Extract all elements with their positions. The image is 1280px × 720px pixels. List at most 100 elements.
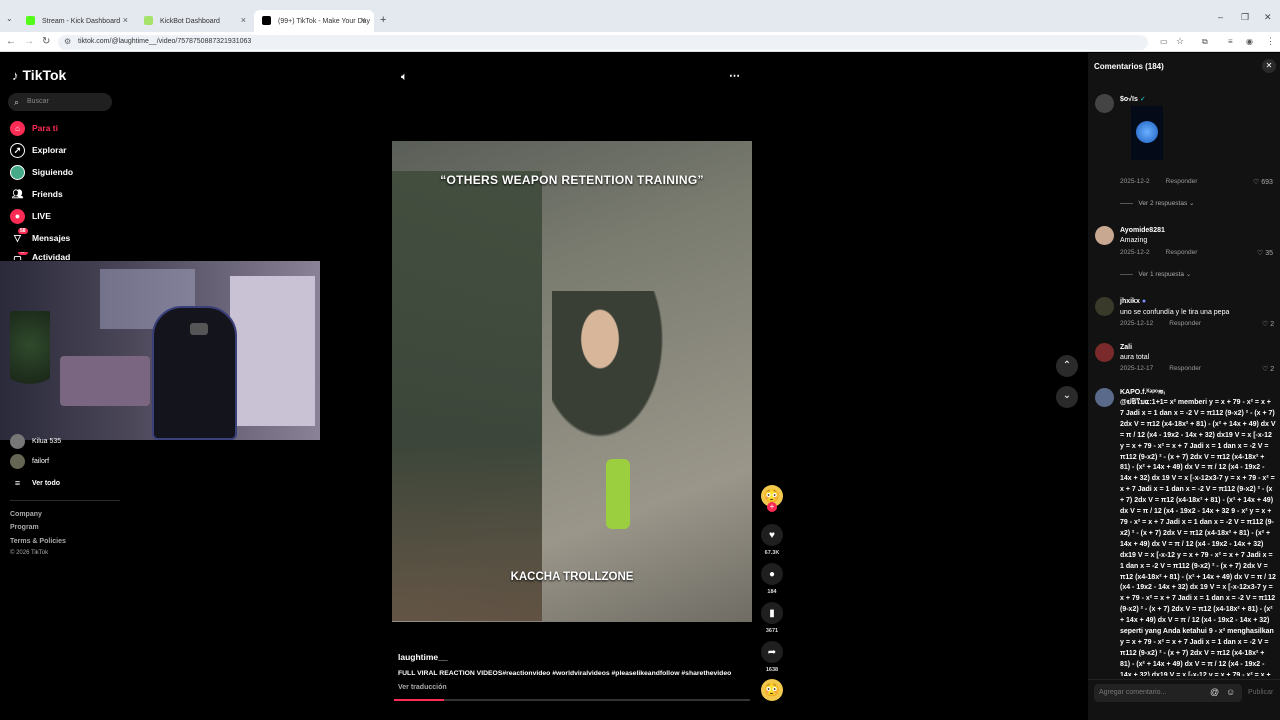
comment-meta: 2025-12-2 Responder	[1120, 249, 1197, 256]
tiktok-logo[interactable]: ♪ TikTok	[12, 67, 66, 83]
close-comments-button[interactable]: ✕	[1262, 59, 1276, 73]
footer-program[interactable]: Program	[10, 524, 39, 531]
footer-company[interactable]: Company	[10, 511, 42, 518]
save-button[interactable]: ▮ 3671	[760, 602, 784, 634]
comment-like[interactable]: ♡ 35	[1257, 249, 1273, 257]
tab-tiktok[interactable]: (99+) TikTok - Make Your Day ×	[254, 10, 374, 32]
nav-label: Siguiendo	[32, 167, 74, 177]
search-input[interactable]: ⌕ Buscar	[8, 93, 112, 111]
tiktok-icon	[262, 16, 271, 25]
comment-meta: 2025-12-17 Responder	[1120, 365, 1201, 372]
next-video-button[interactable]: ⌄	[1056, 386, 1078, 408]
comments-title: Comentarios (184)	[1094, 62, 1164, 71]
reply-link[interactable]: Responder	[1169, 320, 1201, 327]
minimize-icon[interactable]: –	[1218, 12, 1223, 22]
comment-input[interactable]: Agregar comentario... @ ☺	[1094, 684, 1242, 702]
comment-avatar[interactable]	[1095, 226, 1114, 245]
comment-avatar[interactable]	[1095, 388, 1114, 407]
child-figure	[552, 291, 672, 451]
home-icon: ⌂	[10, 120, 25, 136]
emoji-icon[interactable]: ☺	[1226, 687, 1235, 697]
reply-link[interactable]: Responder	[1166, 249, 1198, 256]
nav-label: Actividad	[32, 252, 71, 260]
window-close-icon[interactable]: ✕	[1264, 12, 1272, 23]
globe-sticker-icon	[1136, 121, 1158, 143]
comment-text: Amazing	[1120, 237, 1148, 244]
post-button[interactable]: Publicar	[1248, 689, 1273, 696]
site-info-icon[interactable]: ⚙	[64, 37, 71, 46]
close-icon[interactable]: ×	[123, 15, 128, 25]
view-replies[interactable]: —— Ver 2 respuestas ⌄	[1120, 199, 1194, 207]
comment-user[interactable]: Ayomide8281	[1120, 227, 1165, 234]
nav-siguiendo[interactable]: Siguiendo	[10, 164, 73, 180]
nav-mensajes[interactable]: ▽ 58 Mensajes	[10, 227, 70, 246]
url-field[interactable]: ⚙ tiktok.com/@laughtime__/video/75787508…	[58, 35, 1148, 50]
nav-para-ti[interactable]: ⌂ Para ti	[10, 120, 58, 136]
comment-meta: 2025-12-2 Responder	[1120, 178, 1197, 185]
extensions-icon[interactable]: ⧉	[1202, 37, 1208, 47]
video-author[interactable]: laughtime__	[398, 652, 448, 662]
comment-user[interactable]: $o√ïs ✓	[1120, 95, 1146, 103]
profile-icon[interactable]: ◉	[1246, 37, 1253, 46]
comment-user[interactable]: KAPO.f.ᴷᵃᵖᵒ≋ᵢ	[1120, 388, 1165, 396]
back-icon[interactable]: ←	[6, 36, 16, 47]
see-all-link[interactable]: ≡ Ver todo	[10, 475, 60, 491]
creator-avatar-button[interactable]: 😳 +	[760, 485, 784, 512]
comment-avatar[interactable]	[1095, 94, 1114, 113]
mention-icon[interactable]: @	[1210, 687, 1219, 697]
bookmark-icon: ▮	[761, 602, 783, 624]
music-disc-button[interactable]: 😳	[760, 679, 784, 701]
comment-user[interactable]: jhxikx ●	[1120, 298, 1146, 305]
comment-user[interactable]: Zali	[1120, 344, 1132, 351]
tab-kick-dashboard[interactable]: Stream - Kick Dashboard ×	[18, 10, 136, 32]
comment-avatar[interactable]	[1095, 297, 1114, 316]
media-icon[interactable]: ≡	[1228, 37, 1233, 46]
video-player[interactable]: “OTHERS WEAPON RETENTION TRAINING” KACCH…	[392, 141, 752, 622]
tab-kickbot-dashboard[interactable]: KickBot Dashboard ×	[136, 10, 254, 32]
menu-icon[interactable]: ⋮	[1266, 36, 1275, 47]
like-button[interactable]: ♥ 67.3K	[760, 524, 784, 556]
nav-explorar[interactable]: ➚ Explorar	[10, 142, 67, 158]
following-failorf[interactable]: failorf	[10, 453, 49, 469]
share-button[interactable]: ➦ 1638	[760, 641, 784, 673]
translate-link[interactable]: Ver traducción	[398, 684, 447, 691]
nav-label: Para ti	[32, 123, 58, 133]
comment-date: 2025-12-2	[1120, 178, 1150, 185]
more-options-icon[interactable]: ⋯	[729, 69, 740, 82]
view-replies[interactable]: —— Ver 1 respuesta ⌄	[1120, 270, 1191, 278]
close-icon[interactable]: ×	[241, 15, 246, 25]
close-icon[interactable]: ×	[361, 15, 366, 25]
comment-like[interactable]: ♡ 2	[1262, 365, 1274, 373]
maximize-icon[interactable]: ❐	[1241, 12, 1249, 23]
following-kilua[interactable]: Kilua 535	[10, 433, 61, 449]
comment-like[interactable]: ♡ 2	[1262, 320, 1274, 328]
progress-track[interactable]	[394, 699, 750, 701]
share-count: 1638	[765, 667, 779, 673]
caption-bottom: KACCHA TROLLZONE	[510, 571, 634, 583]
reload-icon[interactable]: ↻	[42, 36, 50, 47]
nav-live[interactable]: ● LIVE	[10, 208, 51, 224]
nav-label: LIVE	[32, 211, 51, 221]
chair-logo	[190, 323, 208, 335]
comment-text: uno se confundía y le tira una pepa	[1120, 309, 1230, 316]
comment-count: 184	[767, 589, 777, 595]
reply-link[interactable]: Responder	[1169, 365, 1201, 372]
forward-icon[interactable]: →	[24, 36, 34, 47]
cast-icon[interactable]: ▭	[1160, 37, 1168, 46]
view-replies-label: Ver 1 respuesta	[1138, 271, 1184, 278]
nav-friends[interactable]: 👥︎ Friends	[10, 186, 63, 202]
tab-list-chevron-icon[interactable]: ⌄	[6, 14, 13, 23]
footer-terms[interactable]: Terms & Policies	[10, 538, 66, 545]
comment-text: aura total	[1120, 354, 1150, 361]
reply-link[interactable]: Responder	[1166, 178, 1198, 185]
volume-icon[interactable]: 🔈︎	[401, 71, 408, 84]
comment-button[interactable]: ● 184	[760, 563, 784, 595]
nav-actividad[interactable]: ▢ 47 Actividad	[10, 252, 70, 260]
tab-title: Stream - Kick Dashboard	[42, 17, 121, 25]
comment-avatar[interactable]	[1095, 343, 1114, 362]
new-tab-icon[interactable]: +	[380, 14, 386, 26]
comment-like[interactable]: ♡ 693	[1253, 178, 1273, 186]
bookmark-star-icon[interactable]: ☆	[1176, 36, 1184, 47]
prev-video-button[interactable]: ⌃	[1056, 355, 1078, 377]
sidebar-divider	[10, 500, 120, 501]
